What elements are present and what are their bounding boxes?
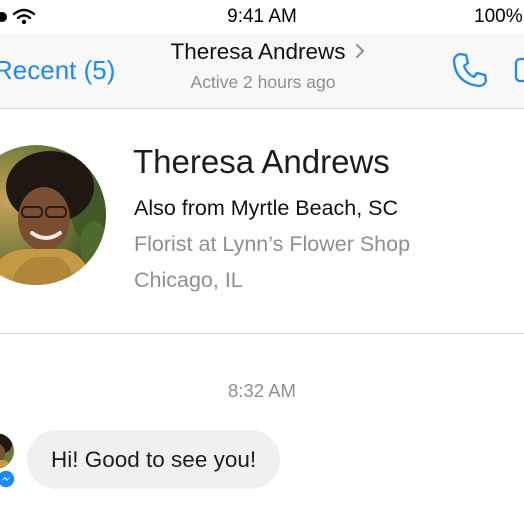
- section-divider: [0, 333, 524, 334]
- profile-name: Theresa Andrews: [133, 143, 390, 180]
- status-bar: 9:41 AM 100%: [0, 0, 524, 34]
- sender-avatar[interactable]: [0, 433, 14, 469]
- messenger-badge-icon: [0, 469, 16, 489]
- active-status: Active 2 hours ago: [190, 72, 336, 92]
- conversation-title-button[interactable]: Theresa Andrews: [150, 39, 386, 65]
- status-time: 9:41 AM: [227, 6, 297, 27]
- messenger-screen: 9:41 AM 100% Recent (5) Theresa Andrews …: [0, 0, 524, 524]
- message-bubble[interactable]: Hi! Good to see you!: [27, 430, 281, 489]
- profile-photo: [0, 145, 106, 285]
- conversation-title: Theresa Andrews: [170, 39, 346, 64]
- video-camera-icon[interactable]: [514, 53, 524, 87]
- battery-percentage: 100%: [474, 6, 523, 27]
- phone-icon[interactable]: [451, 51, 489, 89]
- chevron-right-icon: [355, 44, 364, 58]
- message-timestamp: 8:32 AM: [228, 380, 296, 401]
- navigation-bar: Recent (5) Theresa Andrews Active 2 hour…: [0, 34, 524, 109]
- profile-job: Florist at Lynn’s Flower Shop: [134, 232, 411, 256]
- back-button[interactable]: Recent (5): [0, 55, 115, 86]
- mutual-context: Also from Myrtle Beach, SC: [134, 196, 399, 220]
- profile-location: Chicago, IL: [134, 268, 243, 292]
